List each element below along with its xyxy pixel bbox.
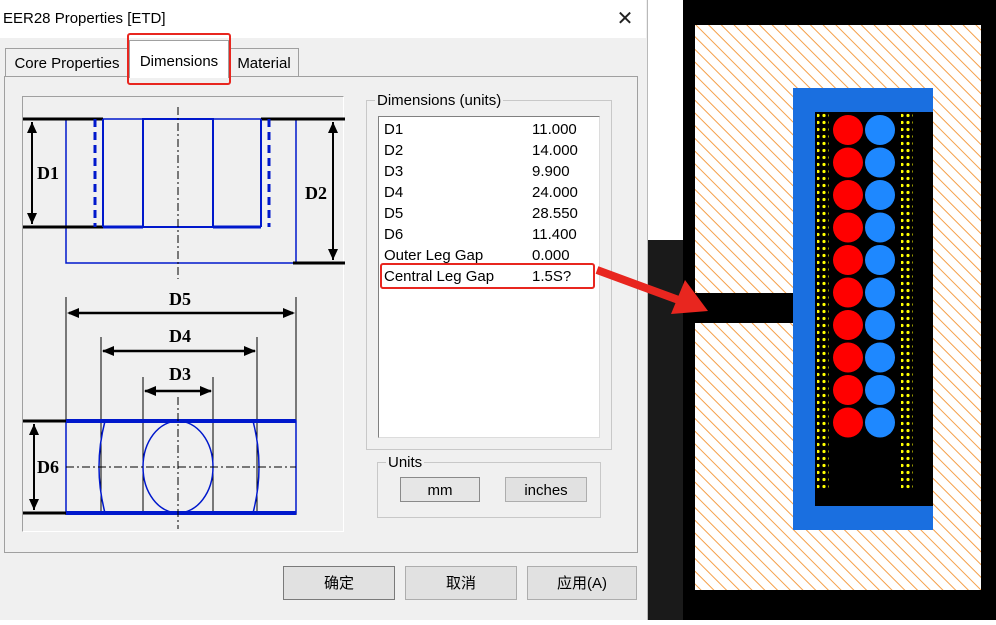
primary-turn (833, 180, 863, 210)
dimensions-group-title: Dimensions (units) (375, 92, 504, 109)
list-item[interactable]: D6 11.400 (384, 224, 594, 245)
primary-turn (833, 310, 863, 340)
dim-value: 0.000 (532, 247, 570, 264)
ok-button[interactable]: 确定 (283, 566, 395, 600)
primary-turn (833, 147, 863, 178)
inches-button-label: inches (524, 482, 568, 499)
secondary-turn (865, 310, 895, 340)
list-item[interactable]: D4 24.000 (384, 182, 594, 203)
dim-value: 24.000 (532, 184, 578, 201)
label-d5: D5 (169, 289, 191, 309)
insulation-layer-left (817, 113, 829, 491)
label-d2: D2 (305, 183, 327, 203)
tab-core-properties[interactable]: Core Properties (5, 48, 129, 77)
label-d3: D3 (169, 364, 191, 384)
list-item[interactable]: D2 14.000 (384, 140, 594, 161)
dim-name: Outer Leg Gap (384, 247, 484, 264)
secondary-turn (865, 115, 895, 145)
mm-button-label: mm (427, 482, 453, 499)
secondary-turn (865, 245, 895, 275)
dim-name: D5 (384, 205, 404, 222)
tab-core-properties-label: Core Properties (14, 55, 120, 72)
core-bottom-view (23, 297, 297, 529)
dim-name: D3 (384, 163, 404, 180)
core-cross-section-panel (683, 0, 996, 620)
cross-section-svg (693, 25, 981, 590)
cancel-button[interactable]: 取消 (405, 566, 517, 600)
secondary-turn (865, 407, 895, 438)
dim-name: D6 (384, 226, 404, 243)
dim-value: 11.400 (532, 226, 577, 243)
label-d4: D4 (169, 326, 191, 346)
title-bar: EER28 Properties [ETD] ✕ (0, 0, 646, 38)
apply-button-label: 应用(A) (557, 575, 607, 592)
central-leg-gap (693, 293, 795, 323)
dim-value: 14.000 (532, 142, 578, 159)
dim-name: D4 (384, 184, 404, 201)
central-leg-gap-highlight (380, 263, 595, 289)
secondary-turn (865, 147, 895, 178)
primary-turn (833, 342, 863, 373)
dim-value: 9.900 (532, 163, 570, 180)
primary-turn (833, 212, 863, 243)
mm-button[interactable]: mm (400, 477, 480, 502)
apply-button[interactable]: 应用(A) (527, 566, 637, 600)
ok-button-label: 确定 (323, 575, 354, 592)
list-item[interactable]: D1 11.000 (384, 119, 594, 140)
insulation-layer-right (901, 113, 913, 491)
close-icon[interactable]: ✕ (610, 6, 640, 32)
secondary-turn (865, 342, 895, 373)
units-group-title: Units (386, 454, 425, 471)
tab-highlight-box (127, 33, 231, 85)
cancel-button-label: 取消 (445, 575, 476, 592)
dim-name: D1 (384, 121, 404, 138)
tab-material[interactable]: Material (229, 48, 299, 77)
primary-turn (833, 277, 863, 308)
dim-value: 28.550 (532, 205, 578, 222)
window-title: EER28 Properties [ETD] (3, 10, 166, 27)
tab-material-label: Material (237, 55, 291, 72)
secondary-turn (865, 180, 895, 210)
secondary-turn (865, 375, 895, 405)
label-d6: D6 (37, 457, 59, 477)
primary-turn (833, 115, 863, 145)
inches-button[interactable]: inches (505, 477, 587, 502)
core-drawing-svg: D1 D2 D5 D4 D3 D6 (23, 107, 345, 529)
background-strip (648, 240, 684, 620)
core-dimension-drawing: D1 D2 D5 D4 D3 D6 (22, 96, 345, 532)
list-item[interactable]: D5 28.550 (384, 203, 594, 224)
dim-value: 11.000 (532, 121, 577, 138)
dim-name: D2 (384, 142, 404, 159)
primary-turn (833, 375, 863, 405)
core-side-view (23, 107, 345, 279)
primary-turn (833, 245, 863, 275)
list-item[interactable]: D3 9.900 (384, 161, 594, 182)
secondary-turn (865, 277, 895, 308)
primary-turn (833, 407, 863, 438)
label-d1: D1 (37, 163, 59, 183)
properties-dialog: EER28 Properties [ETD] ✕ Core Properties… (0, 0, 648, 620)
secondary-turn (865, 212, 895, 243)
